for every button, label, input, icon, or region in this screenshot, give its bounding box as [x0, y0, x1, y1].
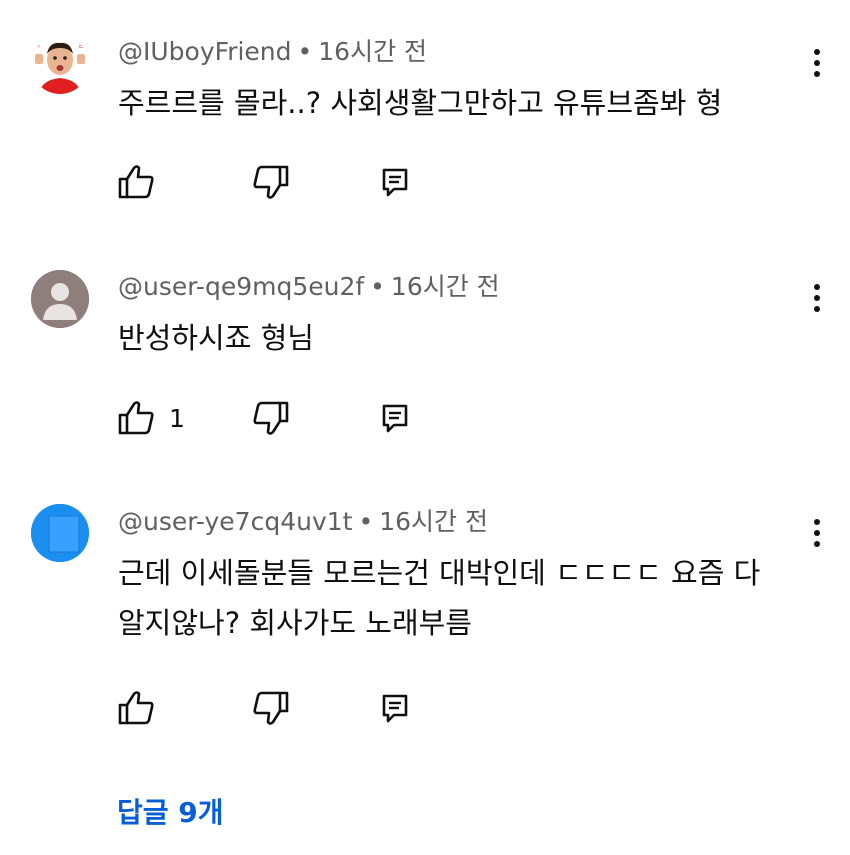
comment-text: 반성하시죠 형님: [118, 313, 808, 363]
reply-icon: [382, 694, 408, 723]
author-name[interactable]: @IUboyFriend: [118, 37, 292, 66]
comment-line: 알지않나? 회사가도 노래부름: [118, 606, 472, 640]
more-dot: [814, 306, 820, 312]
view-replies-link[interactable]: 답글 9개: [117, 793, 224, 833]
like-count: 1: [169, 403, 185, 433]
svg-text:ㄹ: ㄹ: [78, 42, 84, 50]
thumbs-up-icon: [118, 691, 154, 725]
more-options-button[interactable]: [800, 513, 834, 553]
svg-text:ㄱ: ㄱ: [34, 42, 40, 50]
thumbs-down-icon: [253, 691, 289, 725]
reply-icon: [382, 168, 408, 197]
more-dot: [814, 541, 820, 547]
thumbs-up-icon: [118, 165, 154, 199]
more-vertical-icon: [814, 49, 820, 55]
comment-text: 주르르를 몰라..? 사회생활그만하고 유튜브좀봐 형: [118, 78, 808, 128]
avatar[interactable]: [31, 270, 89, 328]
more-dot: [814, 530, 820, 536]
like-button[interactable]: [117, 688, 169, 728]
more-dot: [814, 295, 820, 301]
comment-text: 근데 이세돌분들 모르는건 대박인데 ㄷㄷㄷㄷ 요즘 다 알지않나? 회사가도 …: [118, 548, 808, 648]
more-options-button[interactable]: [800, 43, 834, 83]
dislike-button[interactable]: [252, 162, 290, 202]
comment-time: 16시간 전: [318, 37, 428, 66]
more-vertical-icon: [814, 519, 820, 525]
meta-separator: •: [370, 272, 385, 301]
author-name[interactable]: @user-ye7cq4uv1t: [118, 507, 352, 536]
comment-meta: @user-ye7cq4uv1t • 16시간 전: [118, 506, 488, 538]
thumbs-down-icon: [253, 165, 289, 199]
more-vertical-icon: [814, 284, 820, 290]
child-photo-avatar-icon: ㄱ ㄹ: [31, 36, 89, 94]
reply-button[interactable]: [380, 398, 410, 438]
reply-icon: [382, 404, 408, 433]
reply-button[interactable]: [380, 688, 410, 728]
meta-separator: •: [297, 37, 313, 66]
comment-time: 16시간 전: [379, 507, 488, 536]
comment-meta: @IUboyFriend • 16시간 전: [118, 36, 427, 68]
meta-separator: •: [358, 507, 374, 536]
dislike-button[interactable]: [252, 688, 290, 728]
blue-square-avatar-icon: [31, 504, 89, 562]
default-person-avatar-icon: [31, 270, 89, 328]
more-options-button[interactable]: [800, 278, 834, 318]
author-name[interactable]: @user-qe9mq5eu2f: [118, 272, 364, 301]
reply-button[interactable]: [380, 162, 410, 202]
comment-line: 주르르를 몰라..? 사회생활그만하고 유튜브좀봐 형: [118, 86, 723, 120]
avatar[interactable]: [31, 504, 89, 562]
dislike-button[interactable]: [252, 398, 290, 438]
more-dot: [814, 71, 820, 77]
comment-line: 근데 이세돌분들 모르는건 대박인데 ㄷㄷㄷㄷ 요즘 다: [118, 556, 761, 590]
avatar[interactable]: ㄱ ㄹ: [31, 36, 89, 94]
more-dot: [814, 60, 820, 66]
thumbs-down-icon: [253, 401, 289, 435]
comment-line: 반성하시죠 형님: [118, 321, 314, 355]
comment-meta: @user-qe9mq5eu2f • 16시간 전: [118, 271, 500, 303]
like-button[interactable]: 1: [117, 398, 185, 438]
like-button[interactable]: [117, 162, 169, 202]
comment-time: 16시간 전: [390, 272, 500, 301]
thumbs-up-icon: [118, 401, 154, 435]
